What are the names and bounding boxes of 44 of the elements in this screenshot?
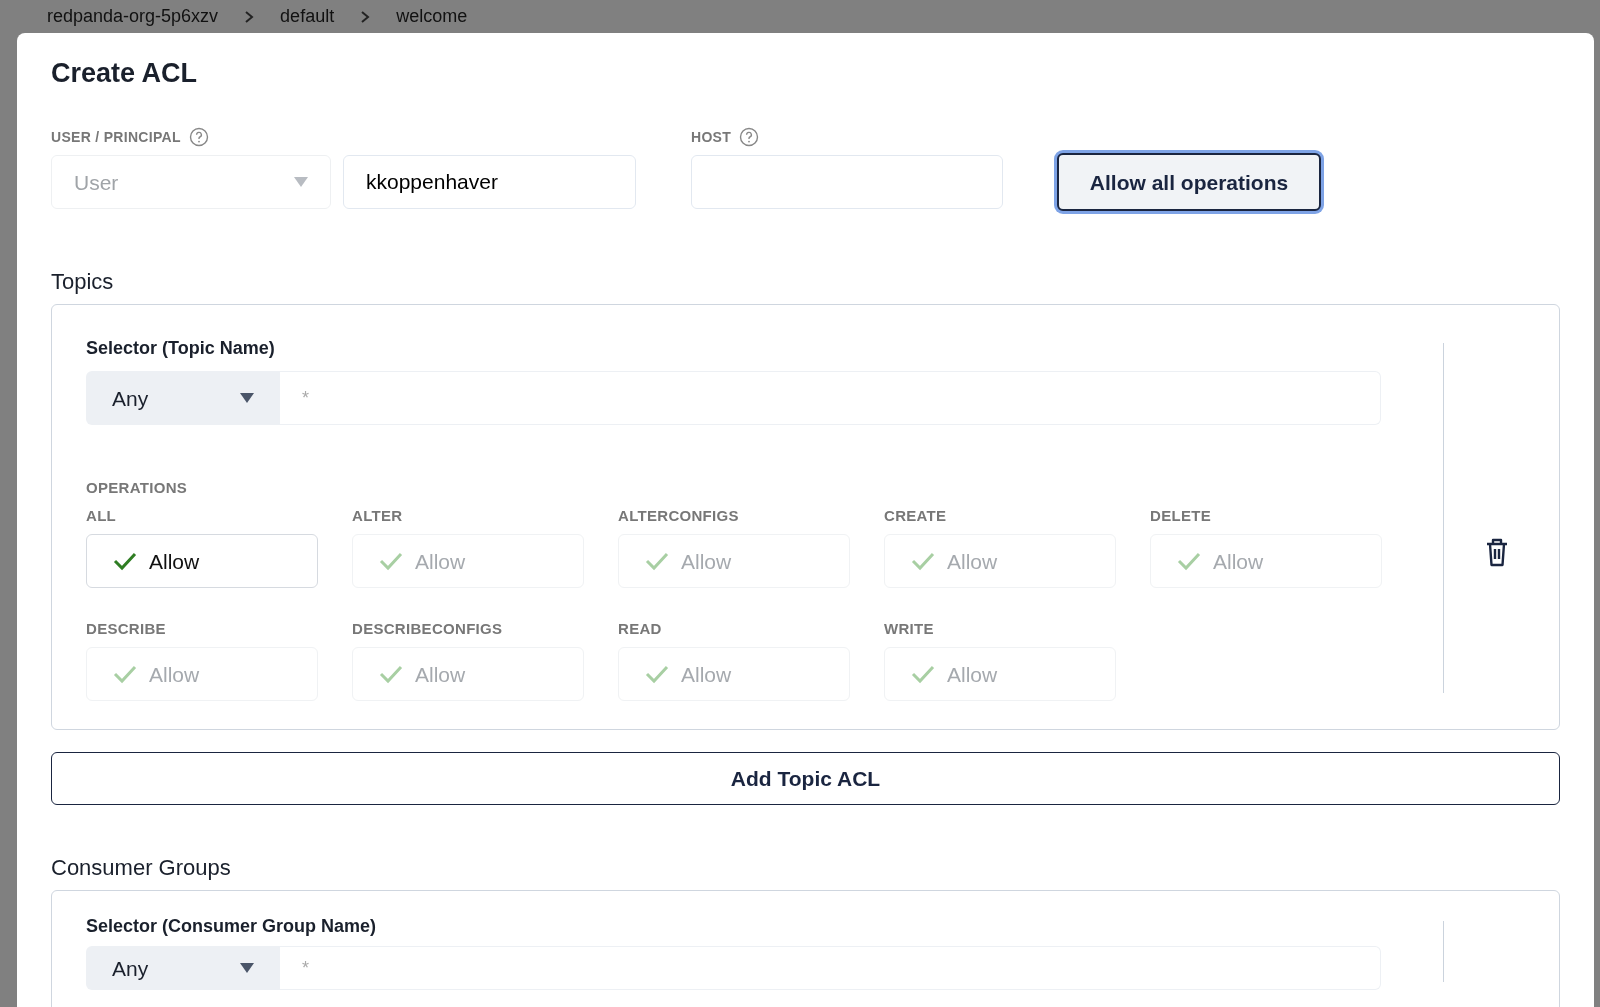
permission-select[interactable]: Allow xyxy=(86,534,318,589)
operation-label: WRITE xyxy=(884,619,935,639)
name-field[interactable]: * xyxy=(280,371,1381,426)
check-icon xyxy=(113,551,137,572)
breadcrumb-link[interactable]: welcome xyxy=(396,3,468,30)
dialog-title: Create ACL xyxy=(51,57,199,90)
breadcrumb-link[interactable]: redpanda-org-5p6xzv xyxy=(47,3,219,30)
operations-label: OPERATIONS xyxy=(86,478,189,498)
section-title: Topics xyxy=(51,268,115,297)
operation-label: ALTERCONFIGS xyxy=(618,506,740,526)
breadcrumb-link[interactable]: default xyxy=(280,3,335,30)
trash-icon xyxy=(1484,537,1510,568)
name-field[interactable]: * xyxy=(280,946,1381,991)
check-icon xyxy=(379,551,403,572)
caret-icon xyxy=(240,963,254,974)
check-icon xyxy=(911,664,935,685)
operation-label: DESCRIBECONFIGS xyxy=(352,619,504,639)
allow-all-button[interactable]: Allow all operations xyxy=(1057,153,1321,212)
match-dropdown[interactable]: Any xyxy=(86,946,280,991)
operation-label: ALL xyxy=(86,506,118,526)
input-field[interactable]: kkoppenhaver xyxy=(343,155,636,210)
field-label: USER / PRINCIPAL xyxy=(51,127,181,147)
add-acl-button[interactable]: Add Topic ACL xyxy=(51,752,1560,806)
caret-icon xyxy=(294,177,308,188)
match-dropdown[interactable]: Any xyxy=(86,371,280,426)
check-icon xyxy=(379,664,403,685)
field-label: HOST xyxy=(691,127,732,147)
check-icon xyxy=(645,551,669,572)
selector-label: Selector (Consumer Group Name) xyxy=(86,915,378,939)
check-icon xyxy=(113,664,137,685)
host-field[interactable] xyxy=(691,155,1003,210)
check-icon xyxy=(645,664,669,685)
help-icon xyxy=(188,127,209,148)
operation-label: READ xyxy=(618,619,663,639)
section-title: Consumer Groups xyxy=(51,854,232,883)
operation-label: CREATE xyxy=(884,506,948,526)
help-icon xyxy=(739,127,760,148)
selector-label: Selector (Topic Name) xyxy=(86,337,276,361)
operation-label: DELETE xyxy=(1150,506,1212,526)
operation-label: DESCRIBE xyxy=(86,619,167,639)
caret-icon xyxy=(240,393,254,404)
operation-label: ALTER xyxy=(352,506,404,526)
check-icon xyxy=(911,551,935,572)
check-icon xyxy=(1177,551,1201,572)
